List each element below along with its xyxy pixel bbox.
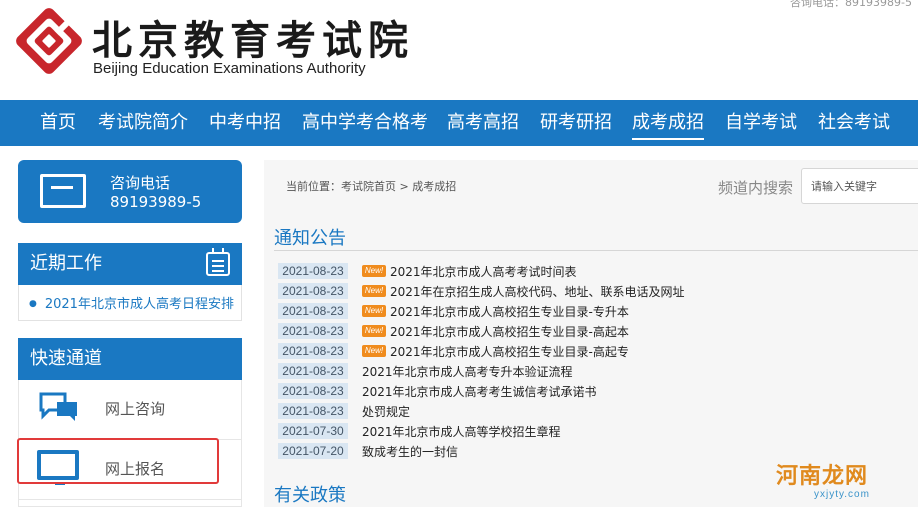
watermark: 河南龙网 yxjyty.com xyxy=(768,456,918,507)
notice-title-link[interactable]: 2021年北京市成人高考专升本验证流程 xyxy=(362,363,573,380)
notice-date: 2021-08-23 xyxy=(278,403,348,419)
new-badge: New! xyxy=(362,305,386,317)
notice-title-link[interactable]: 2021年北京市成人高考考试时间表 xyxy=(390,263,577,280)
recent-work-list: 2021年北京市成人高考日程安排 xyxy=(18,285,242,321)
notice-date: 2021-08-23 xyxy=(278,323,348,339)
notice-row[interactable]: 2021-08-23 2021年北京市成人高考专升本验证流程 xyxy=(278,361,918,381)
watermark-url: yxjyty.com xyxy=(814,489,870,500)
recent-work-header: 近期工作 xyxy=(18,243,242,285)
signup-highlight-box xyxy=(17,438,219,484)
recent-work-title: 近期工作 xyxy=(30,253,102,274)
chat-bubble-icon xyxy=(39,392,77,421)
new-badge: New! xyxy=(362,285,386,297)
online-consult-label: 网上咨询 xyxy=(105,400,166,418)
site-header: 北京教育考试院 Beijing Education Examinations A… xyxy=(0,0,918,100)
notice-row[interactable]: 2021-08-23 2021年北京市成人高考考生诚信考试承诺书 xyxy=(278,381,918,401)
online-consult-link[interactable]: 网上咨询 xyxy=(18,380,242,440)
notice-date: 2021-08-23 xyxy=(278,283,348,299)
notice-date: 2021-08-23 xyxy=(278,363,348,379)
logo-title-en: Beijing Education Examinations Authority xyxy=(93,60,366,77)
breadcrumb: 当前位置：考试院首页 > 成考成招 xyxy=(286,180,457,193)
notice-title-link[interactable]: 2021年北京市成人高校招生专业目录-专升本 xyxy=(390,303,629,320)
notice-title-link[interactable]: 2021年北京市成人高考考生诚信考试承诺书 xyxy=(362,383,597,400)
notice-list: 2021-08-23 New! 2021年北京市成人高考考试时间表 2021-0… xyxy=(278,261,918,461)
quick-access-item-partial[interactable] xyxy=(18,500,242,507)
notice-row[interactable]: 2021-08-23 处罚规定 xyxy=(278,401,918,421)
new-badge: New! xyxy=(362,265,386,277)
notice-row[interactable]: 2021-07-30 2021年北京市成人高等学校招生章程 xyxy=(278,421,918,441)
notice-date: 2021-08-23 xyxy=(278,343,348,359)
notice-title-link[interactable]: 2021年北京市成人高校招生专业目录-高起本 xyxy=(390,323,629,340)
notice-date: 2021-08-23 xyxy=(278,303,348,319)
new-badge: New! xyxy=(362,325,386,337)
authority-logo-icon[interactable] xyxy=(16,8,82,74)
section-divider xyxy=(274,250,918,251)
nav-item-xuekao[interactable]: 高中学考合格考 xyxy=(302,100,428,146)
nav-item-home[interactable]: 首页 xyxy=(40,100,76,146)
nav-item-yankao[interactable]: 研考研招 xyxy=(540,100,612,146)
notice-row[interactable]: 2021-08-23 New! 2021年北京市成人高校招生专业目录-专升本 xyxy=(278,301,918,321)
nav-item-shehui[interactable]: 社会考试 xyxy=(818,100,890,146)
notice-row[interactable]: 2021-08-23 New! 2021年北京市成人高考考试时间表 xyxy=(278,261,918,281)
notice-title-link[interactable]: 2021年在京招生成人高校代码、地址、联系电话及网址 xyxy=(390,283,685,300)
notice-title-link[interactable]: 致成考生的一封信 xyxy=(362,443,458,460)
channel-search-input[interactable] xyxy=(801,168,918,204)
notice-date: 2021-07-20 xyxy=(278,443,348,459)
quick-access-title: 快速通道 xyxy=(30,348,102,369)
policy-section-title: 有关政策 xyxy=(274,485,346,506)
notice-row[interactable]: 2021-08-23 New! 2021年北京市成人高校招生专业目录-高起本 xyxy=(278,321,918,341)
notice-row[interactable]: 2021-08-23 New! 2021年北京市成人高校招生专业目录-高起专 xyxy=(278,341,918,361)
nav-item-about[interactable]: 考试院简介 xyxy=(98,100,188,146)
recent-work-item[interactable]: 2021年北京市成人高考日程安排 xyxy=(29,293,234,312)
notice-row[interactable]: 2021-08-23 New! 2021年在京招生成人高校代码、地址、联系电话及… xyxy=(278,281,918,301)
channel-search-label: 频道内搜索 xyxy=(718,179,794,197)
notice-date: 2021-08-23 xyxy=(278,263,348,279)
notice-title-link[interactable]: 2021年北京市成人高校招生专业目录-高起专 xyxy=(390,343,629,360)
calendar-icon xyxy=(206,248,230,276)
hotline-label: 咨询电话 xyxy=(110,174,171,192)
notice-title-link[interactable]: 处罚规定 xyxy=(362,403,410,420)
nav-item-gaokao[interactable]: 高考高招 xyxy=(447,100,519,146)
notice-title-link[interactable]: 2021年北京市成人高等学校招生章程 xyxy=(362,423,561,440)
card-icon xyxy=(40,174,86,208)
nav-item-chengkao[interactable]: 成考成招 xyxy=(632,100,704,146)
hotline-card[interactable]: 咨询电话 89193989-5 xyxy=(18,160,242,223)
nav-item-zhongkao[interactable]: 中考中招 xyxy=(209,100,281,146)
nav-item-zixue[interactable]: 自学考试 xyxy=(725,100,797,146)
logo-title-cn: 北京教育考试院 xyxy=(92,17,414,64)
notice-date: 2021-07-30 xyxy=(278,423,348,439)
hotline-number: 89193989-5 xyxy=(110,193,202,211)
notice-section-title: 通知公告 xyxy=(274,228,346,249)
notice-date: 2021-08-23 xyxy=(278,383,348,399)
main-nav: 首页 考试院简介 中考中招 高中学考合格考 高考高招 研考研招 成考成招 自学考… xyxy=(0,100,918,146)
watermark-text: 河南龙网 xyxy=(776,464,869,489)
new-badge: New! xyxy=(362,345,386,357)
quick-access-header: 快速通道 xyxy=(18,338,242,380)
header-contact-text: 咨询电话：89193989-5 xyxy=(790,0,912,9)
